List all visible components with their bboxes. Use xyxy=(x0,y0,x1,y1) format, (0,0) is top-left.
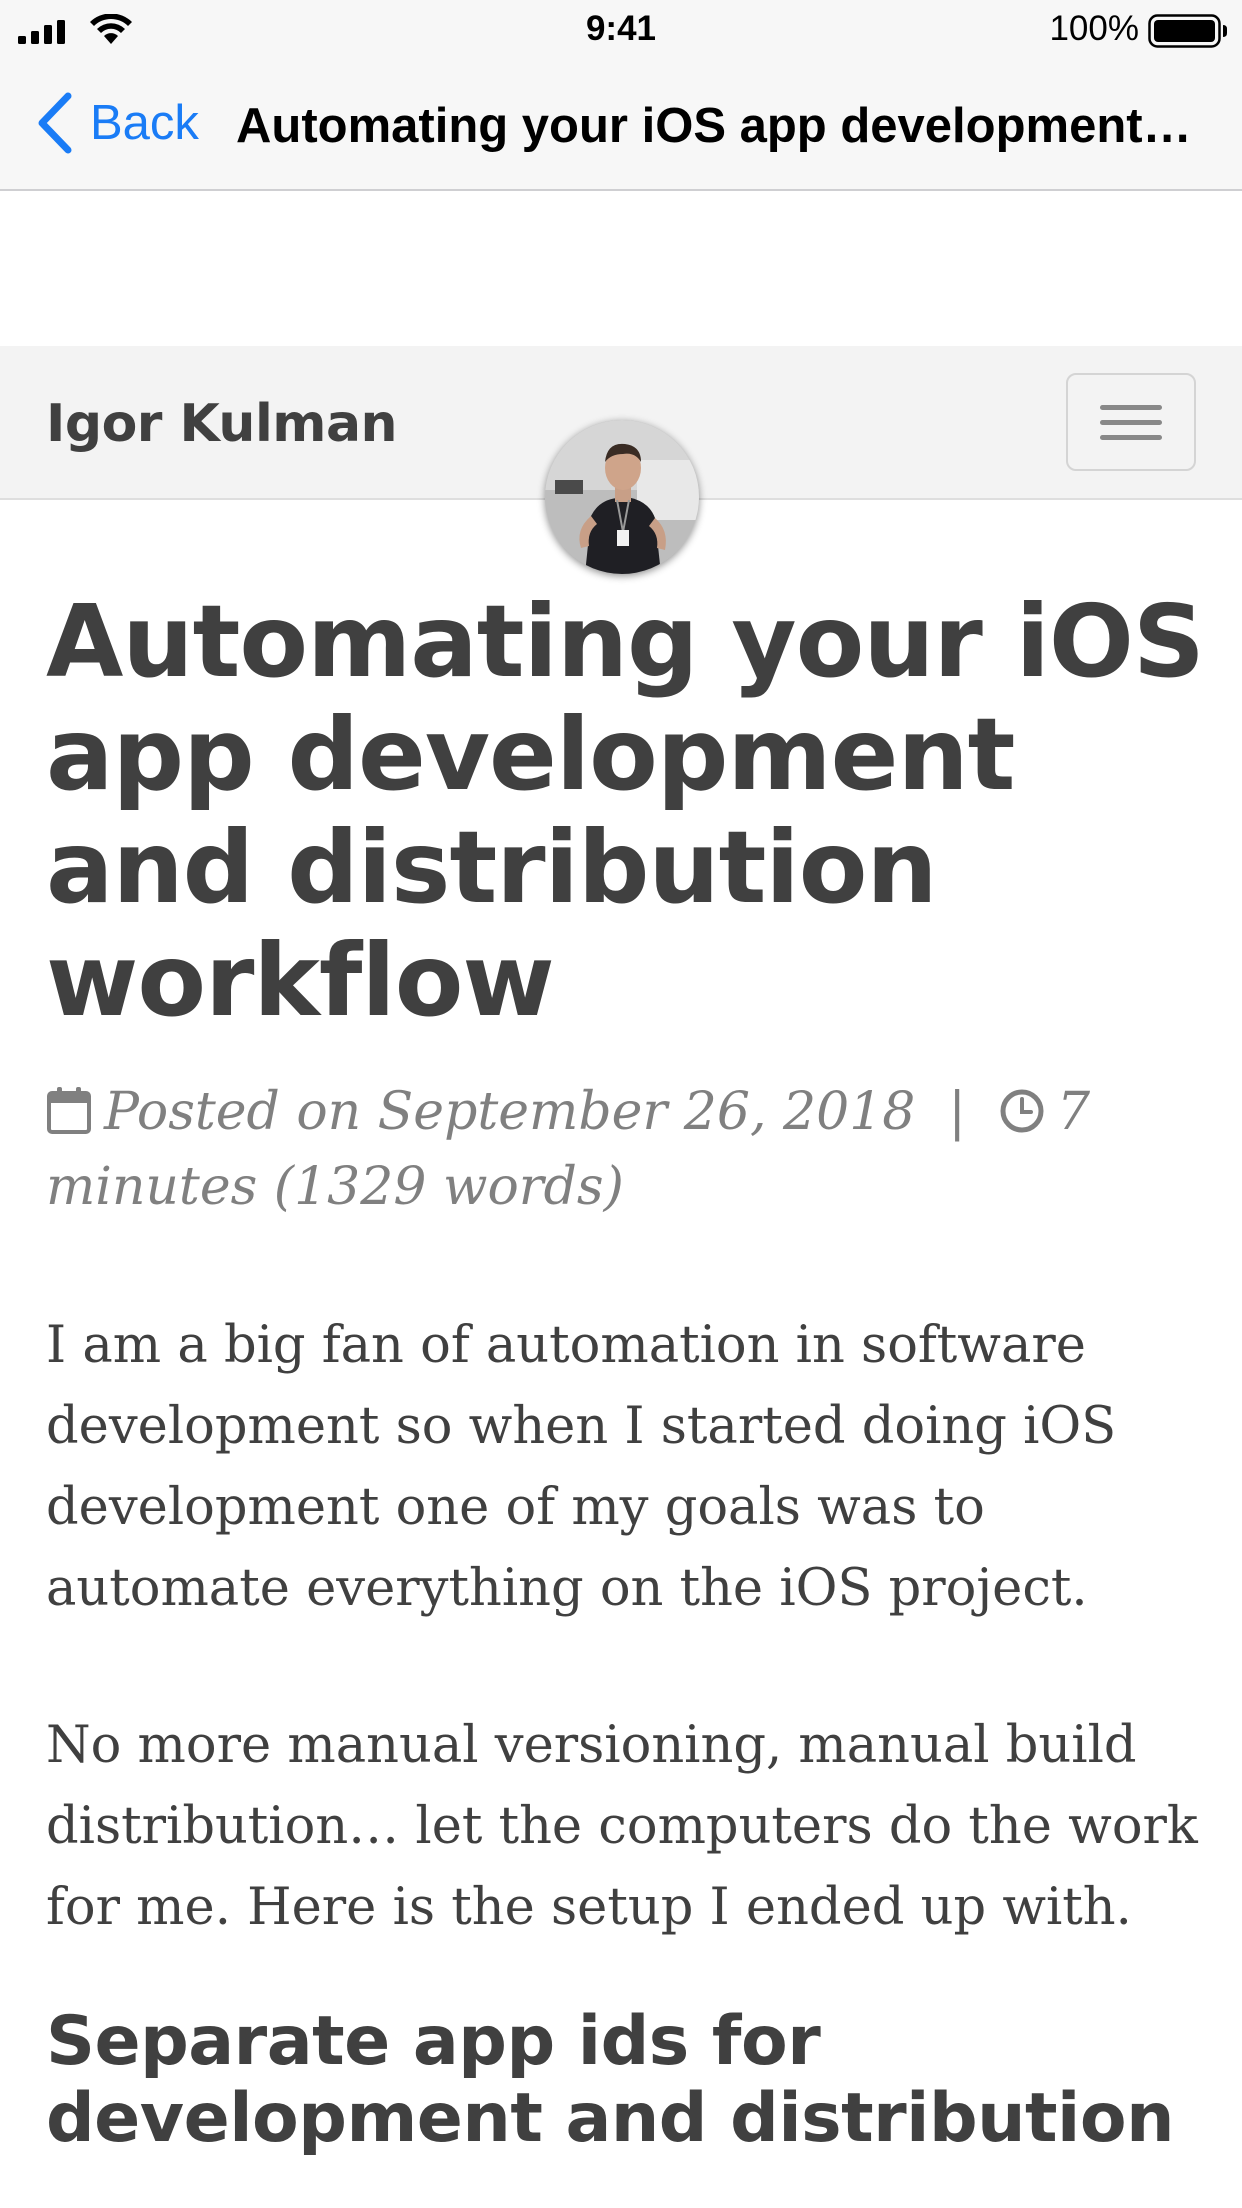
avatar[interactable] xyxy=(545,420,699,574)
hamburger-menu-button[interactable] xyxy=(1066,373,1196,471)
back-button[interactable]: Back xyxy=(36,90,199,156)
post-body: I am a big fan of automation in software… xyxy=(46,1305,1216,2024)
post-meta: Posted on September 26, 2018 | 7 minutes… xyxy=(46,1075,1216,1225)
clock-icon xyxy=(1000,1089,1044,1133)
meta-separator: | xyxy=(948,1082,966,1142)
profile-photo xyxy=(545,420,699,574)
status-bar: 9:41 100% xyxy=(0,0,1242,60)
back-label: Back xyxy=(90,96,199,150)
chevron-left-icon xyxy=(38,92,72,154)
section-heading: Separate app ids for development and dis… xyxy=(46,2002,1175,2158)
paragraph: No more manual versioning, manual build … xyxy=(46,1716,1198,1937)
paragraph: I am a big fan of automation in software… xyxy=(46,1316,1117,1618)
post-title: Automating your iOS app development and … xyxy=(46,583,1205,1039)
hamburger-menu-icon xyxy=(1100,405,1162,440)
battery-full-icon xyxy=(1148,14,1227,48)
nav-title: Automating your iOS app development… xyxy=(236,99,1192,153)
posted-date: Posted on September 26, 2018 xyxy=(104,1082,916,1142)
battery-percentage: 100% xyxy=(1049,9,1139,48)
navigation-bar: Back Automating your iOS app development… xyxy=(0,60,1242,191)
site-brand-link[interactable]: Igor Kulman xyxy=(46,394,398,454)
calendar-icon xyxy=(47,1087,91,1134)
